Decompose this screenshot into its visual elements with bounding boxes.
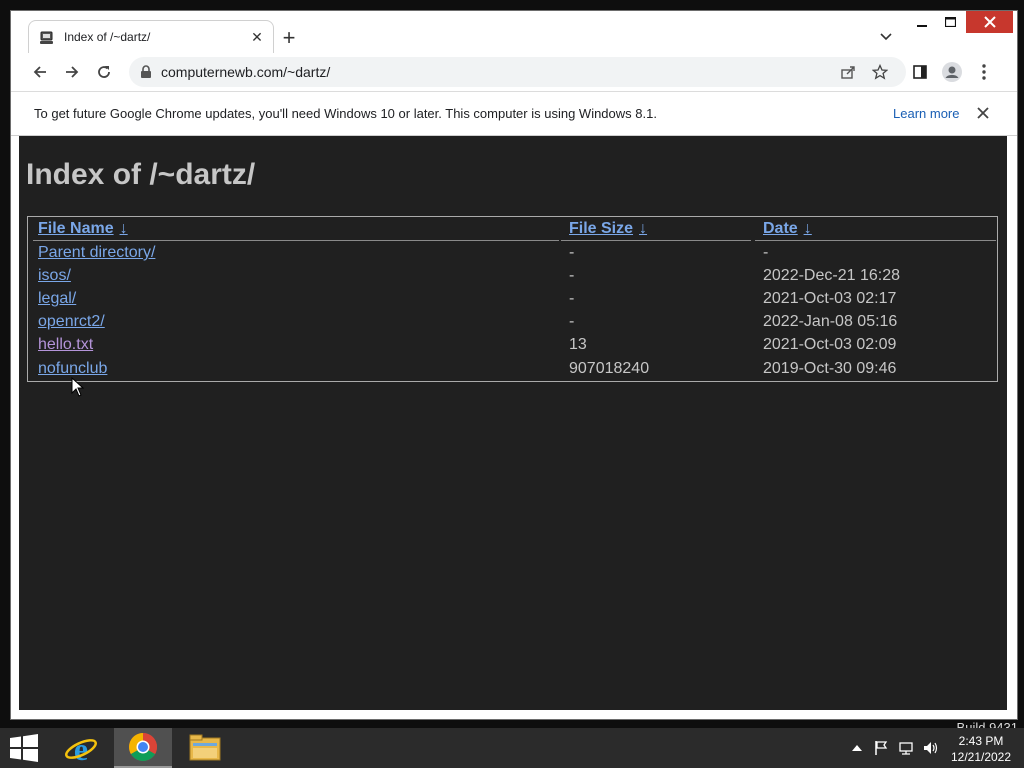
computer-favicon-icon <box>40 31 53 44</box>
table-row: legal/ - 2021-Oct-03 02:17 <box>28 290 997 313</box>
new-tab-button[interactable]: + <box>277 25 301 50</box>
file-size: 907018240 <box>569 360 650 377</box>
internet-explorer-taskbar-button[interactable]: e <box>52 728 110 768</box>
google-chrome-taskbar-button[interactable] <box>114 728 172 768</box>
column-header-date[interactable]: Date ↓ <box>763 220 812 238</box>
file-date: 2022-Dec-21 16:28 <box>763 267 900 284</box>
show-hidden-icons-chevron-icon[interactable] <box>848 739 866 757</box>
table-row: openrct2/ - 2022-Jan-08 05:16 <box>28 313 997 336</box>
title-bar: Index of /~dartz/ ✕ + <box>11 11 1017 53</box>
file-date: 2022-Jan-08 05:16 <box>763 313 898 330</box>
network-icon[interactable] <box>897 739 915 757</box>
column-header-file-name[interactable]: File Name ↓ <box>38 220 128 238</box>
svg-text:e: e <box>74 731 88 765</box>
volume-speaker-icon[interactable] <box>921 739 939 757</box>
back-arrow-icon[interactable] <box>29 61 51 83</box>
file-link[interactable]: hello.txt <box>38 336 93 354</box>
infobar-close-icon[interactable] <box>973 103 993 123</box>
kebab-menu-icon[interactable] <box>973 61 995 83</box>
table-row: hello.txt 13 2021-Oct-03 02:09 <box>28 336 997 359</box>
column-header-file-size[interactable]: File Size ↓ <box>569 220 647 238</box>
file-size: - <box>569 290 575 307</box>
file-date: 2019-Oct-30 09:46 <box>763 360 897 377</box>
url-text[interactable]: computernewb.com/~dartz/ <box>161 64 330 80</box>
tab-search-chevron-icon[interactable] <box>875 26 897 48</box>
mouse-pointer-icon <box>71 377 85 397</box>
browser-toolbar: computernewb.com/~dartz/ <box>11 53 1017 92</box>
taskbar-clock[interactable]: 2:43 PM 12/21/2022 <box>945 733 1017 765</box>
clock-time: 2:43 PM <box>958 734 1004 748</box>
page-title: Index of /~dartz/ <box>26 158 256 191</box>
forward-arrow-icon[interactable] <box>61 61 83 83</box>
tab-title: Index of /~dartz/ <box>64 30 151 44</box>
column-header-label: File Name <box>38 220 114 237</box>
reload-icon[interactable] <box>93 61 115 83</box>
sort-arrow-icon: ↓ <box>119 220 128 237</box>
minimize-window-button[interactable] <box>909 11 935 33</box>
file-link[interactable]: openrct2/ <box>38 313 105 331</box>
share-icon[interactable] <box>837 62 859 82</box>
table-row: nofunclub 907018240 2019-Oct-30 09:46 <box>28 360 997 383</box>
file-link[interactable]: legal/ <box>38 290 76 308</box>
file-link[interactable]: nofunclub <box>38 360 107 378</box>
file-size: - <box>569 313 575 330</box>
file-date: 2021-Oct-03 02:17 <box>763 290 897 307</box>
file-size: - <box>569 267 575 284</box>
side-panel-icon[interactable] <box>909 61 931 83</box>
windows-taskbar: e 2:43 PM 12/21/2022 <box>0 728 1024 768</box>
file-date: 2021-Oct-03 02:09 <box>763 336 897 353</box>
folder-icon <box>189 734 221 761</box>
maximize-window-button[interactable] <box>937 11 963 33</box>
header-divider <box>755 240 996 241</box>
tab-close-icon[interactable]: ✕ <box>247 27 267 47</box>
update-infobar: To get future Google Chrome updates, you… <box>11 92 1017 136</box>
file-explorer-taskbar-button[interactable] <box>176 728 234 768</box>
sort-arrow-icon: ↓ <box>803 220 812 237</box>
table-row: Parent directory/ - - <box>28 244 997 267</box>
page-content: Index of /~dartz/ File Name ↓ File Size ↓ … <box>19 136 1007 710</box>
learn-more-link[interactable]: Learn more <box>893 106 959 121</box>
browser-tab[interactable]: Index of /~dartz/ ✕ <box>28 20 274 53</box>
google-chrome-icon <box>129 733 157 761</box>
profile-avatar-icon[interactable] <box>941 61 963 83</box>
windows-start-icon[interactable] <box>8 734 40 762</box>
chrome-window: Index of /~dartz/ ✕ + computernewb.com/~… <box>10 10 1018 720</box>
header-divider <box>33 240 559 241</box>
file-listing-table: File Name ↓ File Size ↓ Date ↓ Parent direc… <box>27 216 998 382</box>
file-link[interactable]: isos/ <box>38 267 71 285</box>
file-size: 13 <box>569 336 587 353</box>
sort-arrow-icon: ↓ <box>639 220 648 237</box>
action-center-flag-icon[interactable] <box>872 739 890 757</box>
file-date: - <box>763 244 769 261</box>
clock-date: 12/21/2022 <box>950 750 1012 764</box>
file-size: - <box>569 244 575 261</box>
infobar-message: To get future Google Chrome updates, you… <box>34 106 657 121</box>
bookmark-star-icon[interactable] <box>869 62 891 82</box>
lock-icon[interactable] <box>139 65 153 79</box>
address-bar[interactable]: computernewb.com/~dartz/ <box>129 57 906 87</box>
file-link[interactable]: Parent directory/ <box>38 244 155 262</box>
close-window-button[interactable] <box>966 11 1013 33</box>
table-row: isos/ - 2022-Dec-21 16:28 <box>28 267 997 290</box>
column-header-label: Date <box>763 220 798 237</box>
column-header-label: File Size <box>569 220 634 237</box>
internet-explorer-icon: e <box>65 731 97 765</box>
header-divider <box>561 240 751 241</box>
